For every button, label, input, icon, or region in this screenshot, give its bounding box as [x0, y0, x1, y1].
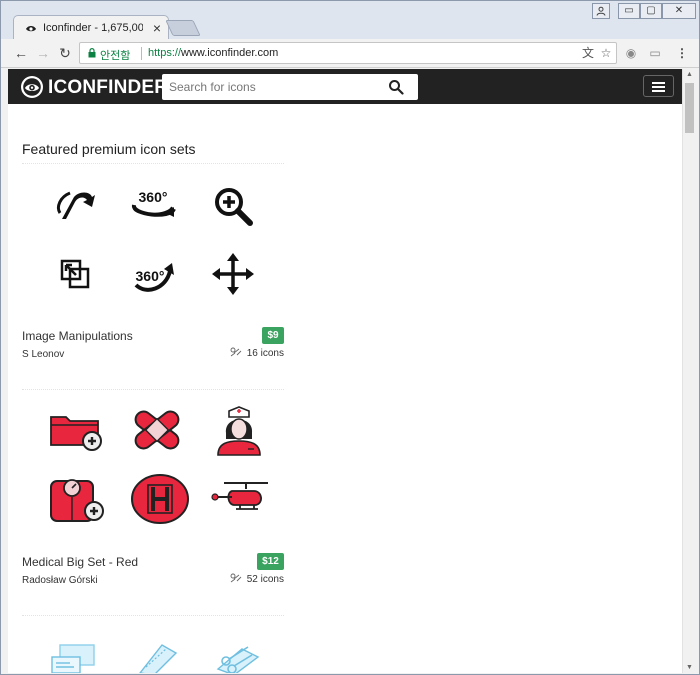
browser-tab[interactable]: Iconfinder - 1,675,000+ ×: [13, 15, 169, 40]
search-input[interactable]: [162, 74, 382, 100]
user-icon: [596, 6, 606, 16]
icon-count: 16 icons: [246, 348, 284, 359]
new-tab-button[interactable]: [165, 20, 201, 36]
iconfinder-favicon-icon: [26, 26, 36, 32]
browser-toolbar: ← → ↻ 안전함 https://www.iconfinder.com 文 ☆…: [1, 39, 699, 68]
url-text[interactable]: https://www.iconfinder.com: [148, 47, 278, 59]
hamburger-menu-button[interactable]: [643, 75, 674, 97]
bandage-icon: [134, 410, 180, 450]
section-title: Featured premium icon sets: [22, 141, 196, 157]
search-icon[interactable]: [388, 79, 404, 95]
globe-extension-icon[interactable]: ◉: [623, 45, 639, 61]
icon-set-card[interactable]: 360° 360° Image Manipulations S Leonov $…: [22, 163, 284, 363]
lock-icon: [88, 48, 96, 58]
minimize-button[interactable]: ▭: [618, 3, 640, 19]
scissors-coupon-icon: [216, 646, 260, 673]
rotate-360-arrow-icon: 360°: [134, 263, 174, 292]
tab-strip: Iconfinder - 1,675,000+ × ▭ ▢ ✕: [1, 1, 699, 40]
card-divider: [22, 615, 284, 616]
medical-folder-icon: [50, 416, 102, 451]
rotate-360-icon: 360°: [132, 189, 176, 217]
icon-set-author[interactable]: S Leonov: [22, 349, 64, 360]
scroll-up-arrow-icon[interactable]: ▲: [686, 71, 693, 78]
user-profile-button[interactable]: [592, 3, 610, 19]
chrome-menu-icon[interactable]: ⋮: [674, 45, 690, 61]
tab-close-icon[interactable]: ×: [150, 20, 164, 36]
icon-set-author[interactable]: Radosław Górski: [22, 575, 98, 586]
forward-button[interactable]: →: [34, 44, 52, 62]
medical-scale-icon: [50, 479, 104, 522]
menu-icon: [652, 82, 665, 84]
icon-set-name[interactable]: Medical Big Set - Red: [22, 555, 138, 569]
svg-text:360°: 360°: [139, 189, 168, 205]
scroll-down-arrow-icon[interactable]: ▼: [686, 664, 693, 671]
nurse-icon: [217, 406, 261, 456]
page-viewport: ICONFINDER Featured premium icon sets: [8, 69, 682, 673]
back-button[interactable]: ←: [12, 44, 30, 62]
icon-count: 52 icons: [246, 574, 284, 585]
price-badge: $9: [262, 327, 284, 344]
resize-icon: [60, 259, 90, 289]
window-extension-icon[interactable]: ▭: [647, 45, 663, 61]
card-divider: [22, 163, 284, 164]
search-box: [162, 74, 418, 100]
svg-text:360°: 360°: [136, 268, 165, 284]
gift-card-icon: [51, 644, 95, 673]
icon-set-card[interactable]: Medical Big Set - Red Radosław Górski $1…: [22, 389, 284, 589]
bookmark-star-icon[interactable]: ☆: [599, 46, 613, 60]
icon-set-card[interactable]: [22, 615, 284, 673]
helipad-icon: [131, 474, 189, 524]
ticket-icon: [139, 644, 178, 673]
maximize-button[interactable]: ▢: [640, 3, 662, 19]
iconfinder-logo-icon[interactable]: [20, 75, 44, 99]
reload-button[interactable]: ↻: [56, 44, 74, 62]
helicopter-icon: [211, 482, 268, 510]
browser-window: Iconfinder - 1,675,000+ × ▭ ▢ ✕ ← → ↻ 안전…: [0, 0, 700, 675]
zoom-in-icon: [215, 188, 253, 226]
vertical-scrollbar[interactable]: ▲ ▼: [682, 69, 696, 673]
close-window-button[interactable]: ✕: [662, 3, 696, 19]
tab-title: Iconfinder - 1,675,000+: [43, 22, 143, 34]
secure-label: 안전함: [100, 50, 131, 62]
price-badge: $12: [257, 553, 284, 570]
site-logo-text[interactable]: ICONFINDER: [48, 77, 168, 99]
omnibox-divider: [141, 47, 142, 60]
icon-set-name[interactable]: Image Manipulations: [22, 329, 133, 343]
scroll-thumb[interactable]: [685, 83, 694, 133]
translate-icon[interactable]: 文: [581, 46, 595, 60]
move-icon: [212, 253, 254, 295]
card-divider: [22, 389, 284, 390]
address-bar[interactable]: 안전함 https://www.iconfinder.com 文 ☆: [79, 42, 617, 64]
rotate-icon: [56, 191, 95, 219]
site-header: ICONFINDER: [8, 69, 682, 104]
